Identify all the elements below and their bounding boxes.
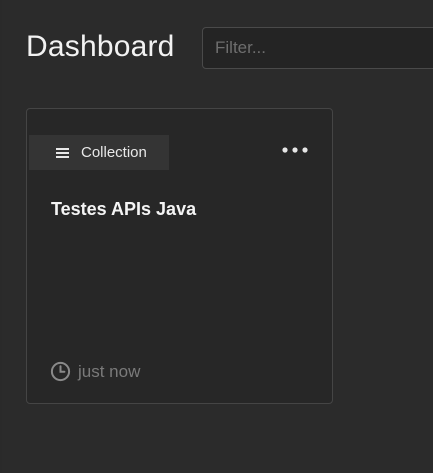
filter-input[interactable] — [202, 27, 433, 69]
card-footer: just now — [50, 361, 140, 382]
more-horizontal-icon — [282, 147, 308, 153]
updated-time: just now — [78, 361, 141, 381]
clock-icon — [50, 361, 71, 382]
list-icon — [56, 147, 69, 158]
main-area: Dashboard Collection Testes APIs Java — [2, 0, 433, 473]
collection-type-label: Collection — [81, 144, 147, 161]
app-window: Dashboard Collection Testes APIs Java — [0, 0, 433, 473]
page-title: Dashboard — [26, 30, 175, 63]
collection-type-badge: Collection — [29, 135, 169, 170]
card-more-button[interactable] — [277, 139, 313, 161]
collection-title: Testes APIs Java — [51, 199, 197, 219]
collection-card[interactable]: Collection Testes APIs Java just now — [26, 108, 333, 404]
